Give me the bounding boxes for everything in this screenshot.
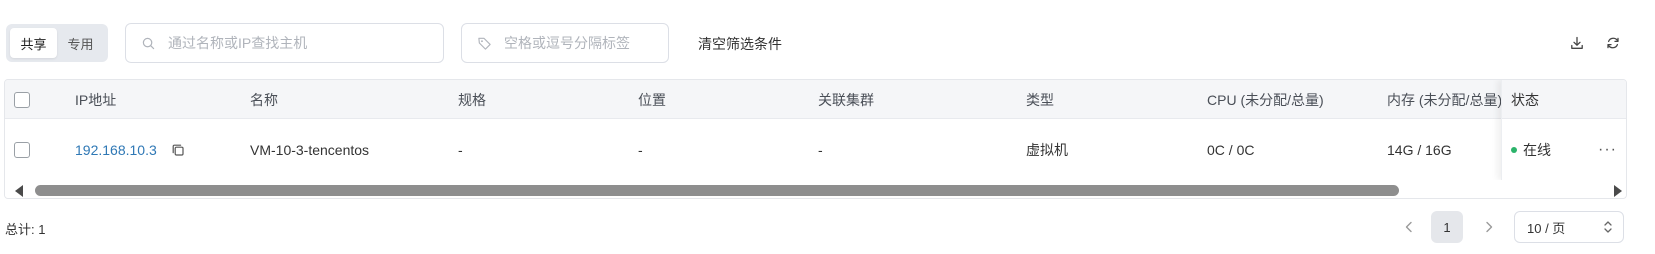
col-header-cluster[interactable]: 关联集群 <box>818 80 874 119</box>
status-text: 在线 <box>1523 141 1551 158</box>
page-number-button[interactable]: 1 <box>1431 211 1463 243</box>
tag-input[interactable] <box>504 35 654 51</box>
memory-cell: 14G / 16G <box>1387 141 1452 158</box>
type-cell: 虚拟机 <box>1026 141 1068 158</box>
chevron-right-icon <box>1486 221 1493 233</box>
segment-shared[interactable]: 共享 <box>10 28 57 58</box>
search-field[interactable] <box>125 23 444 63</box>
ip-link[interactable]: 192.168.10.3 <box>75 142 157 158</box>
clear-filters-button[interactable]: 清空筛选条件 <box>698 34 782 54</box>
row-checkbox[interactable] <box>14 141 30 158</box>
spec-cell: - <box>458 141 463 158</box>
col-header-type[interactable]: 类型 <box>1026 80 1054 119</box>
table-row: 192.168.10.3 VM-10-3-tencentos - - - 虚拟机… <box>5 119 1626 180</box>
page-size-value: 10 / 页 <box>1527 220 1566 236</box>
fixed-header: 状态 <box>1502 80 1626 119</box>
status-dot <box>1511 146 1517 153</box>
col-header-location[interactable]: 位置 <box>638 80 666 119</box>
select-all-cell <box>14 80 30 119</box>
tag-icon <box>476 35 492 51</box>
row-more-button[interactable]: ··· <box>1598 119 1617 180</box>
page-size-select[interactable]: 10 / 页 <box>1514 211 1624 243</box>
search-icon <box>140 35 156 51</box>
next-page-button[interactable] <box>1476 211 1502 243</box>
toolbar: 共享 专用 清空筛选条件 <box>0 0 1655 80</box>
fixed-status-column: 状态 在线 ··· <box>1501 80 1626 180</box>
prev-page-button[interactable] <box>1396 211 1422 243</box>
total-count: 总计: 1 <box>5 222 46 237</box>
table-header: IP地址 名称 规格 位置 关联集群 类型 CPU (未分配/总量) 内存 (未… <box>5 80 1626 119</box>
row-select-cell <box>14 119 30 180</box>
status-cell: 在线 <box>1511 119 1551 180</box>
location-cell: - <box>638 141 643 158</box>
host-table: IP地址 名称 规格 位置 关联集群 类型 CPU (未分配/总量) 内存 (未… <box>4 79 1627 199</box>
cluster-cell: - <box>818 141 823 158</box>
horizontal-scrollbar[interactable] <box>5 180 1626 198</box>
col-header-name[interactable]: 名称 <box>250 80 278 119</box>
copy-icon[interactable] <box>171 143 185 157</box>
search-input[interactable] <box>168 35 388 51</box>
scroll-right-arrow[interactable] <box>1614 185 1622 197</box>
more-icon[interactable]: ··· <box>1598 141 1617 159</box>
scrollbar-thumb[interactable] <box>35 185 1399 196</box>
col-header-memory[interactable]: 内存 (未分配/总量) <box>1387 80 1501 119</box>
select-all-checkbox[interactable] <box>14 91 30 108</box>
col-header-spec[interactable]: 规格 <box>458 80 486 119</box>
name-cell: VM-10-3-tencentos <box>250 141 370 158</box>
col-header-status[interactable]: 状态 <box>1511 80 1539 119</box>
col-header-ip[interactable]: IP地址 <box>75 80 116 119</box>
share-mode-toggle: 共享 专用 <box>6 24 108 62</box>
cpu-cell: 0C / 0C <box>1207 141 1255 158</box>
download-icon[interactable] <box>1568 34 1586 52</box>
tag-filter-field[interactable] <box>461 23 669 63</box>
scroll-left-arrow[interactable] <box>15 185 23 197</box>
sort-caret-icon <box>1603 219 1613 238</box>
ip-cell: 192.168.10.3 <box>75 119 185 180</box>
col-header-cpu[interactable]: CPU (未分配/总量) <box>1207 80 1324 119</box>
segment-dedicated[interactable]: 专用 <box>57 28 104 58</box>
chevron-left-icon <box>1405 221 1412 233</box>
refresh-icon[interactable] <box>1604 34 1622 52</box>
